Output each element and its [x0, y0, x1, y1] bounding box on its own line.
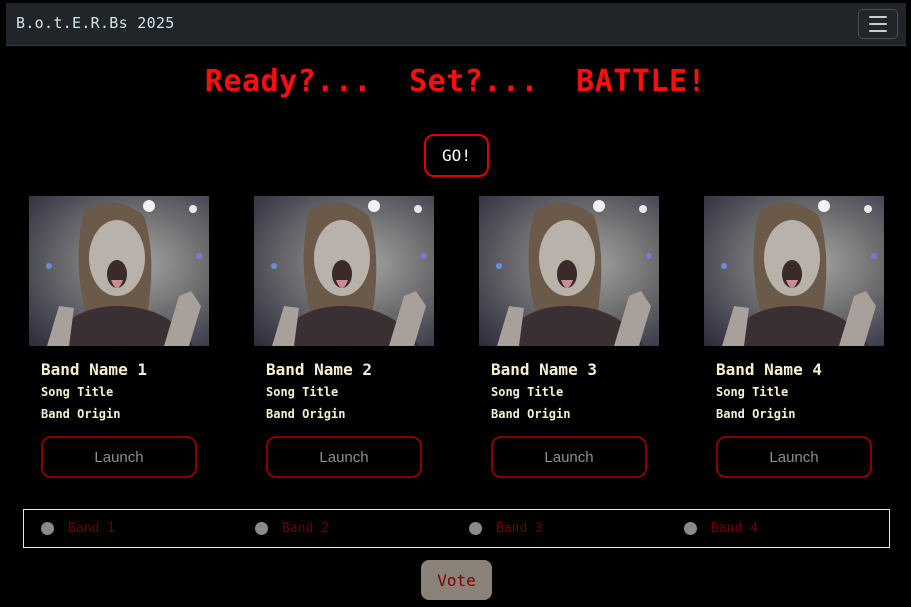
band-origin: Band Origin [491, 407, 571, 421]
top-navbar: B.o.t.E.R.Bs 2025 [6, 3, 906, 46]
launch-button[interactable]: Launch [716, 436, 872, 478]
band-photo [254, 196, 434, 346]
radio-button[interactable] [684, 522, 697, 535]
launch-button[interactable]: Launch [266, 436, 422, 478]
vote-option-label: Band 1 [68, 521, 115, 536]
vote-option-band-2[interactable]: Band 2 [255, 510, 329, 547]
launch-button[interactable]: Launch [41, 436, 197, 478]
band-name: Band Name 1 [41, 360, 147, 379]
launch-button[interactable]: Launch [491, 436, 647, 478]
radio-button[interactable] [469, 522, 482, 535]
page-headline: Ready?... Set?... BATTLE! [204, 64, 707, 99]
song-title: Song Title [266, 385, 339, 399]
band-card: Band Name 2 Song Title Band Origin Launc… [254, 196, 434, 478]
go-button[interactable]: GO! [424, 134, 489, 177]
vote-options: Band 1 Band 2 Band 3 Band 4 [23, 509, 890, 548]
band-photo [29, 196, 209, 346]
band-name: Band Name 3 [491, 360, 597, 379]
band-name: Band Name 4 [716, 360, 822, 379]
vote-button[interactable]: Vote [421, 560, 492, 600]
song-title: Song Title [41, 385, 114, 399]
vote-option-label: Band 4 [711, 521, 758, 536]
band-origin: Band Origin [266, 407, 346, 421]
brand-title[interactable]: B.o.t.E.R.Bs 2025 [16, 14, 175, 32]
vote-option-band-1[interactable]: Band 1 [41, 510, 115, 547]
vote-option-label: Band 2 [282, 521, 329, 536]
band-card: Band Name 4 Song Title Band Origin Launc… [704, 196, 884, 478]
song-title: Song Title [716, 385, 789, 399]
band-origin: Band Origin [716, 407, 796, 421]
vote-option-label: Band 3 [496, 521, 543, 536]
band-name: Band Name 2 [266, 360, 372, 379]
band-photo [704, 196, 884, 346]
radio-button[interactable] [255, 522, 268, 535]
song-title: Song Title [491, 385, 564, 399]
band-origin: Band Origin [41, 407, 121, 421]
radio-button[interactable] [41, 522, 54, 535]
vote-option-band-4[interactable]: Band 4 [684, 510, 758, 547]
vote-option-band-3[interactable]: Band 3 [469, 510, 543, 547]
hamburger-menu-icon[interactable] [858, 9, 898, 39]
band-card: Band Name 1 Song Title Band Origin Launc… [29, 196, 209, 478]
band-card: Band Name 3 Song Title Band Origin Launc… [479, 196, 659, 478]
band-photo [479, 196, 659, 346]
